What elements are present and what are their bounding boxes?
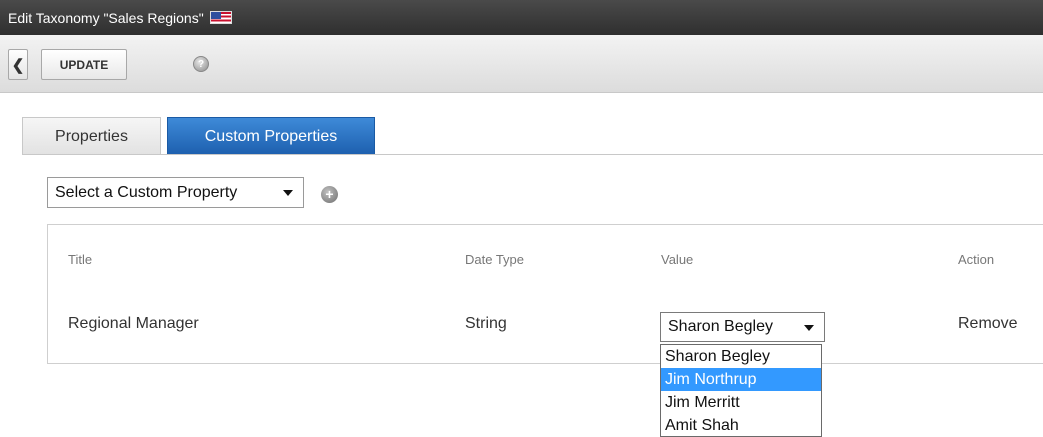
- window-title: Edit Taxonomy "Sales Regions": [8, 9, 204, 26]
- flag-us-icon: [209, 11, 232, 24]
- value-select-current: Sharon Begley: [668, 318, 773, 335]
- tabs-divider: [22, 154, 1043, 155]
- title-bar: Edit Taxonomy "Sales Regions": [0, 0, 1043, 35]
- column-header-action: Action: [958, 252, 995, 267]
- toolbar: ❮ UPDATE ?: [0, 35, 1043, 93]
- column-header-date-type: Date Type: [465, 252, 525, 267]
- custom-property-select[interactable]: Select a Custom Property: [47, 177, 304, 208]
- dropdown-option[interactable]: Amit Shah: [661, 414, 821, 437]
- tab-custom-properties[interactable]: Custom Properties: [167, 117, 375, 155]
- column-header-title: Title: [68, 252, 93, 267]
- dropdown-option[interactable]: Jim Merritt: [661, 391, 821, 414]
- custom-properties-panel: [47, 224, 1043, 364]
- dropdown-option[interactable]: Jim Northrup: [661, 368, 821, 391]
- remove-link[interactable]: Remove: [958, 315, 1018, 333]
- tab-properties[interactable]: Properties: [22, 117, 161, 155]
- help-icon[interactable]: ?: [193, 56, 209, 72]
- back-button[interactable]: ❮: [8, 49, 28, 80]
- dropdown-option[interactable]: Sharon Begley: [661, 345, 821, 368]
- value-dropdown-list: Sharon Begley Jim Northrup Jim Merritt A…: [660, 344, 822, 437]
- dropdown-arrow-icon: [283, 190, 293, 196]
- custom-property-select-value: Select a Custom Property: [55, 183, 238, 201]
- row-type: String: [465, 315, 507, 332]
- column-header-value: Value: [661, 252, 694, 267]
- row-title: Regional Manager: [68, 315, 199, 332]
- dropdown-arrow-icon: [804, 325, 814, 331]
- add-icon[interactable]: +: [321, 186, 338, 203]
- back-icon: ❮: [11, 56, 25, 74]
- value-select[interactable]: Sharon Begley: [660, 312, 825, 342]
- update-button[interactable]: UPDATE: [41, 49, 127, 80]
